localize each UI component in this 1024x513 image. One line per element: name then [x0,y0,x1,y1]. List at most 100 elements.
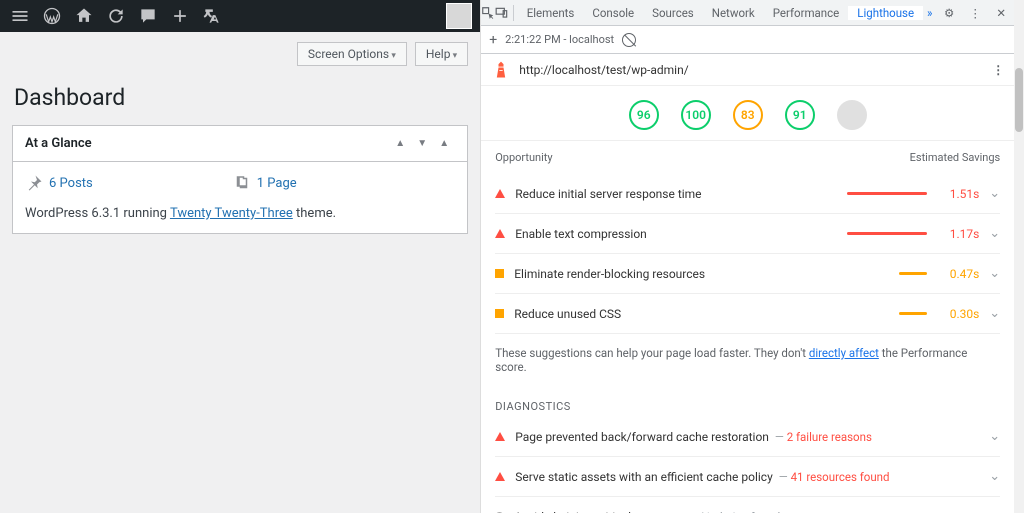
diagnostic-meta: 2 failure reasons [775,430,872,444]
severity-icon [495,432,505,441]
expand-icon[interactable]: ⌄ [989,266,1000,281]
wordpress-admin-pane: Screen Options Help Dashboard At a Glanc… [0,0,480,513]
page-title: Dashboard [0,66,480,125]
lighthouse-icon [491,60,511,80]
expand-icon[interactable]: ⌄ [989,469,1000,484]
menu-icon[interactable] [4,0,36,32]
savings-value: 0.30s [937,307,979,321]
pages-link[interactable]: 1 Page [257,176,297,191]
diagnostic-row[interactable]: Avoid chaining critical requests 41 chai… [495,497,1000,513]
widget-body: 6 Posts 1 Page WordPress 6.3.1 running T… [13,161,467,233]
tab-sources[interactable]: Sources [643,6,703,20]
score-gauge[interactable]: — [837,100,867,130]
expand-icon[interactable]: ⌄ [989,306,1000,321]
expand-icon[interactable]: ⌄ [989,186,1000,201]
wp-version-text: WordPress 6.3.1 running Twenty Twenty-Th… [25,206,455,221]
savings-value: 1.51s [937,187,979,201]
vertical-scrollbar[interactable] [1014,0,1024,513]
opportunity-text: Reduce unused CSS [514,307,837,321]
updates-icon[interactable] [100,0,132,32]
diagnostic-text: Avoid chaining critical requests 41 chai… [514,510,979,513]
tested-url: http://localhost/test/wp-admin/ [519,63,688,77]
wp-admin-toolbar [0,0,480,32]
add-new-icon[interactable] [164,0,196,32]
wp-page-actions: Screen Options Help [0,32,480,66]
opportunity-row[interactable]: Enable text compression 1.17s ⌄ [495,214,1000,254]
widget-header: At a Glance ▲ ▼ ▲ [13,126,467,161]
add-icon[interactable]: + [489,32,497,48]
pages-icon [233,174,251,192]
score-gauge[interactable]: 83 [733,100,763,130]
expand-icon[interactable]: ⌄ [989,509,1000,513]
posts-count: 6 Posts [25,174,93,192]
close-devtools-icon[interactable]: ✕ [988,0,1014,26]
diagnostic-row[interactable]: Serve static assets with an efficient ca… [495,457,1000,497]
run-info: 2:21:22 PM - localhost [505,33,614,46]
lighthouse-report-body: Opportunity Estimated Savings Reduce ini… [481,141,1014,513]
move-up-icon[interactable]: ▲ [389,138,411,149]
score-gauge[interactable]: 91 [785,100,815,130]
inspect-icon[interactable] [481,0,495,26]
devtools-pane: ElementsConsoleSourcesNetworkPerformance… [480,0,1014,513]
opportunity-row[interactable]: Reduce unused CSS 0.30s ⌄ [495,294,1000,334]
screen-options-button[interactable]: Screen Options [297,42,407,66]
opportunity-text: Eliminate render-blocking resources [514,267,837,281]
tab-console[interactable]: Console [583,6,643,20]
at-a-glance-widget: At a Glance ▲ ▼ ▲ 6 Posts 1 Page WordPre… [12,125,468,234]
savings-bar [899,312,927,315]
score-gauge[interactable]: 96 [629,100,659,130]
report-menu-icon[interactable]: ⋮ [992,63,1004,77]
diagnostic-text: Page prevented back/forward cache restor… [515,430,979,444]
wordpress-logo-icon[interactable] [36,0,68,32]
score-gauge[interactable]: 100 [681,100,711,130]
pin-icon [25,174,43,192]
savings-bar [899,272,927,275]
opportunities-note: These suggestions can help your page loa… [495,334,1000,386]
opportunity-text: Reduce initial server response time [515,187,837,201]
savings-bar [847,192,927,195]
toggle-icon[interactable]: ▲ [433,138,455,149]
diagnostic-meta: 41 chains found [686,510,780,513]
settings-icon[interactable]: ⚙ [936,0,962,26]
lighthouse-url-row: http://localhost/test/wp-admin/ ⋮ [481,54,1014,86]
savings-value: 0.47s [937,267,979,281]
severity-icon [495,472,505,481]
comments-icon[interactable] [132,0,164,32]
devtools-tabstrip: ElementsConsoleSourcesNetworkPerformance… [481,0,1014,26]
help-button[interactable]: Help [415,42,468,66]
opportunity-row[interactable]: Eliminate render-blocking resources 0.47s… [495,254,1000,294]
score-gauges: 96 100 83 91 — [481,86,1014,141]
savings-value: 1.17s [937,227,979,241]
tab-network[interactable]: Network [703,6,764,20]
savings-bar [847,232,927,235]
tab-lighthouse[interactable]: Lighthouse [848,6,923,20]
diagnostics-header: DIAGNOSTICS [495,386,1000,417]
device-icon[interactable] [495,0,509,26]
posts-link[interactable]: 6 Posts [49,176,93,191]
directly-affect-link[interactable]: directly affect [809,346,879,360]
opportunity-row[interactable]: Reduce initial server response time 1.51s… [495,174,1000,214]
opportunity-header: Opportunity [495,151,552,164]
tab-elements[interactable]: Elements [518,6,584,20]
clear-icon[interactable] [622,33,636,47]
severity-icon [495,269,504,278]
translate-icon[interactable] [196,0,228,32]
tab-performance[interactable]: Performance [764,6,849,20]
severity-icon [495,229,505,238]
widget-title: At a Glance [25,136,92,151]
diagnostic-meta: 41 resources found [779,470,890,484]
home-icon[interactable] [68,0,100,32]
move-down-icon[interactable]: ▼ [411,138,433,149]
user-avatar[interactable] [446,3,472,29]
menu-dots-icon[interactable]: ⋮ [962,0,988,26]
expand-icon[interactable]: ⌄ [989,226,1000,241]
expand-icon[interactable]: ⌄ [989,429,1000,444]
theme-link[interactable]: Twenty Twenty-Three [170,206,293,221]
more-tabs-icon[interactable]: » [923,0,936,26]
severity-icon [495,309,504,318]
diagnostic-row[interactable]: Page prevented back/forward cache restor… [495,417,1000,457]
pages-count: 1 Page [233,174,297,192]
opportunity-text: Enable text compression [515,227,837,241]
diagnostic-text: Serve static assets with an efficient ca… [515,470,979,484]
savings-header: Estimated Savings [910,151,1001,164]
